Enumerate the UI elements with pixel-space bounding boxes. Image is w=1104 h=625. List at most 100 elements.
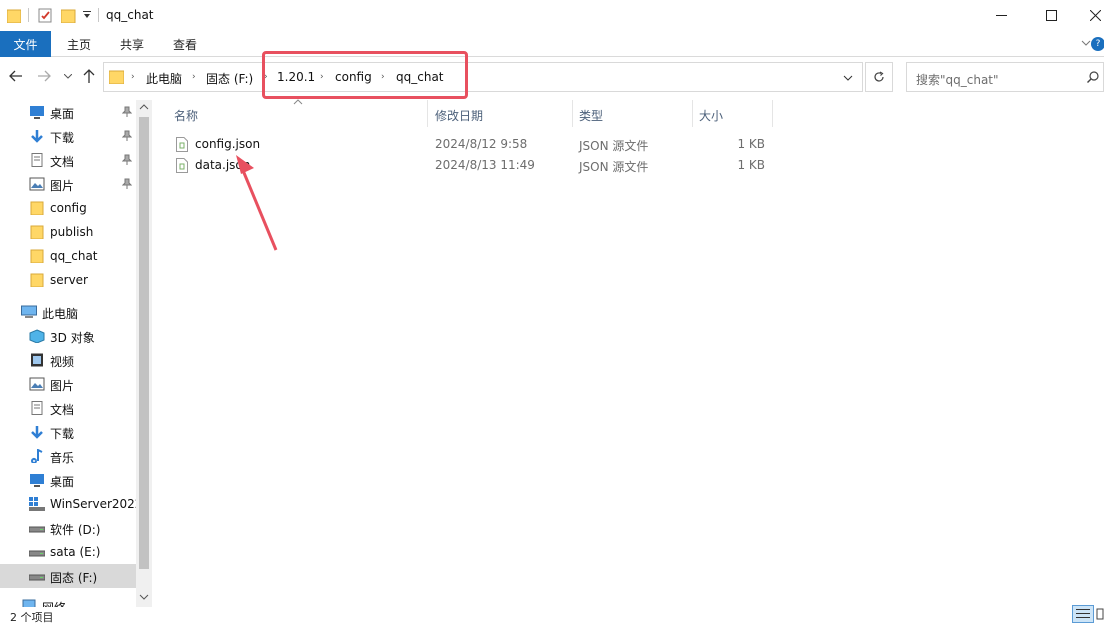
folder-icon xyxy=(7,9,21,23)
file-size: 1 KB xyxy=(737,158,765,172)
pin-icon[interactable] xyxy=(122,178,132,189)
sidebar-item-label: 图片 xyxy=(50,379,75,393)
sidebar-item[interactable]: sata (E:) xyxy=(0,540,136,564)
folder-icon xyxy=(109,70,124,84)
scroll-up-icon[interactable] xyxy=(139,104,149,110)
tab-share[interactable]: 共享 xyxy=(120,36,144,53)
drive-icon xyxy=(29,550,45,557)
sidebar-item[interactable]: publish xyxy=(0,220,136,244)
search-icon[interactable] xyxy=(1087,71,1099,83)
sidebar-item-label: 软件 (D:) xyxy=(50,523,101,537)
ribbon-tabs: 文件 主页 共享 查看 ? xyxy=(0,31,1104,57)
sidebar-item-label: publish xyxy=(50,225,94,239)
sidebar-item[interactable]: server xyxy=(0,268,136,292)
sidebar-item-label: 音乐 xyxy=(50,451,75,465)
close-button[interactable] xyxy=(1072,0,1104,31)
sidebar-item-label: 视频 xyxy=(50,355,75,369)
pin-icon[interactable] xyxy=(122,106,132,117)
expand-ribbon-icon[interactable] xyxy=(1081,40,1091,47)
refresh-button[interactable] xyxy=(865,62,893,92)
column-header-name[interactable]: 名称 xyxy=(174,107,198,124)
music-icon xyxy=(31,449,43,463)
sidebar-item[interactable]: 文档 xyxy=(0,396,136,420)
sidebar-item-label: 下载 xyxy=(50,427,75,441)
json-file-icon xyxy=(176,158,188,173)
3d-objects-icon xyxy=(29,329,45,343)
breadcrumb-separator-icon[interactable]: › xyxy=(192,72,196,82)
file-size: 1 KB xyxy=(737,137,765,151)
file-name[interactable]: config.json xyxy=(195,137,260,151)
search-input[interactable]: 搜索"qq_chat" xyxy=(916,71,999,88)
drive-icon xyxy=(29,526,45,533)
sidebar-item-label: 下载 xyxy=(50,131,75,145)
sidebar-item[interactable]: 下载 xyxy=(0,420,136,444)
sidebar-item-label: 文档 xyxy=(50,403,75,417)
minimize-button[interactable] xyxy=(978,0,1024,31)
file-type: JSON 源文件 xyxy=(579,160,649,174)
sidebar-item[interactable]: 此电脑 xyxy=(0,300,136,324)
annotation-arrow-icon xyxy=(236,155,278,251)
pin-icon[interactable] xyxy=(122,130,132,141)
properties-icon[interactable] xyxy=(38,8,53,23)
sidebar-item-label: 3D 对象 xyxy=(50,331,95,345)
title-bar: qq_chat xyxy=(0,0,1104,31)
file-type: JSON 源文件 xyxy=(579,139,649,153)
recent-locations-icon[interactable] xyxy=(64,74,72,79)
breadcrumb-separator-icon: › xyxy=(131,72,135,82)
sidebar-item[interactable]: 图片 xyxy=(0,172,136,196)
sidebar-item[interactable]: 音乐 xyxy=(0,444,136,468)
sidebar-scroll-thumb[interactable] xyxy=(139,117,149,569)
search-box[interactable]: 搜索"qq_chat" xyxy=(906,62,1104,92)
address-dropdown-icon[interactable] xyxy=(843,75,853,81)
up-arrow-icon[interactable] xyxy=(83,69,95,83)
sidebar-item[interactable]: 图片 xyxy=(0,372,136,396)
forward-arrow-icon[interactable] xyxy=(37,70,51,82)
column-header-size[interactable]: 大小 xyxy=(699,107,723,124)
sidebar-item[interactable]: 桌面 xyxy=(0,100,136,124)
sidebar-item[interactable]: 网络 xyxy=(0,594,136,607)
tab-home[interactable]: 主页 xyxy=(67,36,91,53)
json-file-icon xyxy=(176,137,188,152)
sidebar-item[interactable]: 下载 xyxy=(0,124,136,148)
sidebar-item[interactable]: 文档 xyxy=(0,148,136,172)
file-modified: 2024/8/13 11:49 xyxy=(435,158,535,172)
tab-view[interactable]: 查看 xyxy=(173,36,197,53)
navigation-pane: 桌面 下载 文档 图片 config publish qq_chat server 此电脑 3D … xyxy=(0,100,152,607)
breadcrumb-drive-f[interactable]: 固态 (F:) xyxy=(206,70,253,87)
sidebar-item[interactable]: WinServer2022 xyxy=(0,492,142,516)
new-folder-icon[interactable] xyxy=(61,8,76,23)
scroll-down-icon[interactable] xyxy=(139,594,149,600)
network-drive-icon xyxy=(29,497,45,511)
sidebar-item[interactable]: config xyxy=(0,196,136,220)
sidebar-item-label: 固态 (F:) xyxy=(50,571,98,585)
sidebar-item-label: qq_chat xyxy=(50,249,98,263)
sidebar-item[interactable]: 桌面 xyxy=(0,468,136,492)
drive-icon xyxy=(29,574,45,581)
tab-file[interactable]: 文件 xyxy=(0,31,51,57)
maximize-button[interactable] xyxy=(1028,0,1074,31)
breadcrumb-this-pc[interactable]: 此电脑 xyxy=(146,70,182,87)
sidebar-item-label: 文档 xyxy=(50,155,75,169)
back-arrow-icon[interactable] xyxy=(9,70,23,82)
folder-icon xyxy=(30,225,44,239)
sidebar-item[interactable]: 软件 (D:) xyxy=(0,516,136,540)
pin-icon[interactable] xyxy=(122,154,132,165)
computer-icon xyxy=(21,305,37,318)
sidebar-item[interactable]: 固态 (F:) xyxy=(0,564,136,588)
file-modified: 2024/8/12 9:58 xyxy=(435,137,528,151)
download-icon xyxy=(31,130,43,143)
desktop-icon xyxy=(30,106,44,119)
sidebar-item[interactable]: 3D 对象 xyxy=(0,324,136,348)
sidebar-item[interactable]: 视频 xyxy=(0,348,136,372)
help-icon[interactable]: ? xyxy=(1091,37,1104,51)
customize-toolbar-icon[interactable] xyxy=(83,11,92,19)
sidebar-item-label: 网络 xyxy=(42,599,66,607)
column-header-modified[interactable]: 修改日期 xyxy=(435,107,483,124)
document-icon xyxy=(31,401,43,415)
status-bar: 2 个项目 xyxy=(0,607,1104,624)
details-view-icon[interactable] xyxy=(1072,605,1104,623)
column-header-type[interactable]: 类型 xyxy=(579,107,603,124)
address-bar[interactable]: › 此电脑 › 固态 (F:) › 1.20.1 › config › qq_c… xyxy=(103,62,863,92)
sidebar-item[interactable]: qq_chat xyxy=(0,244,136,268)
sidebar-item-label: 此电脑 xyxy=(42,307,79,321)
